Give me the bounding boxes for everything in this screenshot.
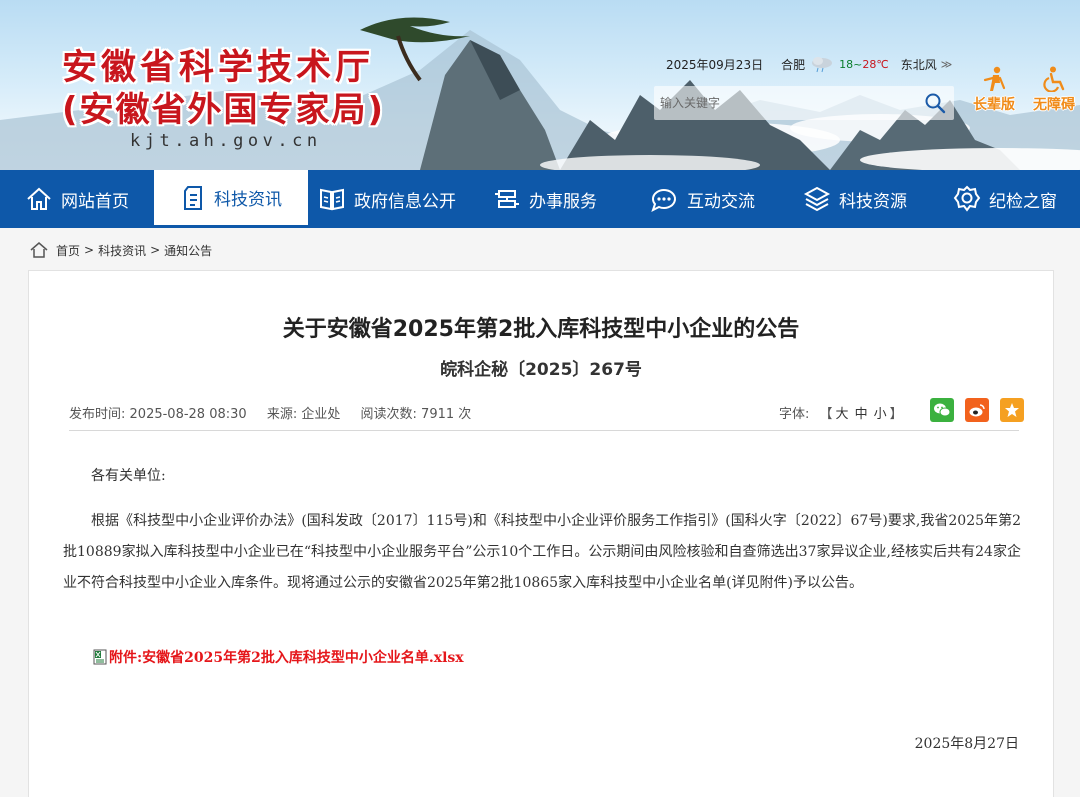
breadcrumb: 首页 > 科技资讯 > 通知公告 [30,241,212,259]
temp-high: 28℃ [862,57,889,71]
search-icon[interactable] [924,92,946,114]
font-size-control: 字体: 【大中小】 [779,403,903,422]
article-title: 关于安徽省2025年第2批入库科技型中小企业的公告 [282,317,800,342]
elder-mode-button[interactable]: 长辈版 [964,66,1024,114]
font-bracket-open: 【 [819,407,833,422]
article-info: 发布时间: 2025-08-28 08:30 来源: 企业处 阅读次数: 791… [69,403,487,422]
weibo-icon [969,404,985,417]
nav-item-label: 办事服务 [529,191,597,212]
weather-bar: 2025年09月23日 合肥 18 ~ 28℃ 东北风 ≫ [666,55,952,73]
document-number: 皖科企秘〔2025〕267号 [440,360,642,380]
site-domain: kjt.ah.gov.cn [130,131,322,151]
search-input[interactable] [660,92,910,114]
nav-item-discipline[interactable]: 纪检之窗 [930,170,1080,228]
font-bracket-close: 】 [889,407,903,422]
nav-item-gov-info[interactable]: 政府信息公开 [308,170,466,228]
font-size-medium[interactable]: 中 [855,407,868,422]
home-icon [30,242,48,258]
nav-item-interaction[interactable]: 互动交流 [624,170,780,228]
attachment-link[interactable]: 附件:安徽省2025年第2批入库科技型中小企业名单.xlsx [93,647,464,667]
wind-direction: 东北风 [900,57,937,72]
nav-item-label: 纪检之窗 [989,191,1057,212]
article-panel: 关于安徽省2025年第2批入库科技型中小企业的公告 皖科企秘〔2025〕267号… [28,270,1054,797]
home-icon [27,187,51,210]
share-wechat-button[interactable] [930,398,954,422]
elder-mode-label: 长辈版 [973,97,1015,113]
nav-item-services[interactable]: 办事服务 [466,170,624,228]
site-subtitle: (安徽省外国专家局) [62,90,386,130]
weather-city: 合肥 [781,57,806,72]
article-content: 各有关单位: 根据《科技型中小企业评价办法》(国科发政〔2017〕115号)和《… [63,461,1021,599]
nav-item-tech-news[interactable]: 科技资讯 [154,170,308,228]
article-meta: 发布时间: 2025-08-28 08:30 来源: 企业处 阅读次数: 791… [69,395,1024,431]
nav-item-label: 科技资源 [839,191,907,212]
accessibility-button[interactable]: 无障碍 [1024,66,1080,114]
breadcrumb-tech-news[interactable]: 科技资讯 [98,242,146,259]
weather-more-link[interactable]: ≫ [941,58,953,71]
nav-item-tech-resources[interactable]: 科技资源 [780,170,930,228]
share-buttons [919,398,1024,422]
book-icon [320,188,344,211]
site-title: 安徽省科学技术厅 [62,48,375,88]
accessibility-label: 无障碍 [1033,97,1075,113]
main-nav: 网站首页 科技资讯 政府信息公开 办事服务 互动交流 科技资源 纪检之窗 [0,170,1080,228]
nav-item-home[interactable]: 网站首页 [0,170,154,228]
article-source: 来源: 企业处 [266,407,341,422]
elder-icon [983,66,1006,91]
search-box [654,86,954,120]
current-date: 2025年09月23日 [666,57,764,72]
nav-item-label: 网站首页 [61,191,129,212]
cube-icon [803,186,831,212]
temp-low: 18 [839,57,854,71]
view-count: 阅读次数: 7911 次 [360,407,472,422]
nav-item-label: 政府信息公开 [354,191,456,212]
document-icon [184,185,202,210]
star-icon [1005,403,1019,417]
font-size-large[interactable]: 大 [836,407,849,422]
sign-date: 2025年8月27日 [914,736,1019,752]
temp-separator: ~ [853,57,863,71]
breadcrumb-separator: > [84,243,95,257]
accessibility-icon [1043,66,1065,92]
attachment-label: 附件:安徽省2025年第2批入库科技型中小企业名单.xlsx [109,650,464,666]
nav-item-label: 科技资讯 [214,190,282,210]
nav-item-label: 互动交流 [687,191,755,212]
breadcrumb-separator: > [150,243,161,257]
greeting: 各有关单位: [91,468,166,484]
chat-icon [651,189,676,212]
font-size-label: 字体: [779,407,810,422]
badge-icon [953,185,981,212]
publish-time: 发布时间: 2025-08-28 08:30 [69,407,247,422]
share-weibo-button[interactable] [965,398,989,422]
article-body: 根据《科技型中小企业评价办法》(国科发政〔2017〕115号)和《科技型中小企业… [63,513,1021,591]
font-size-small[interactable]: 小 [874,407,887,422]
wechat-icon [934,403,951,417]
breadcrumb-notices[interactable]: 通知公告 [164,242,212,259]
favorite-button[interactable] [1000,398,1024,422]
header-banner: 安徽省科学技术厅 (安徽省外国专家局) kjt.ah.gov.cn 2025年0… [0,0,1080,170]
excel-file-icon [93,649,107,665]
breadcrumb-home[interactable]: 首页 [56,242,80,259]
service-icon [495,190,519,208]
rain-cloud-icon [812,57,833,73]
